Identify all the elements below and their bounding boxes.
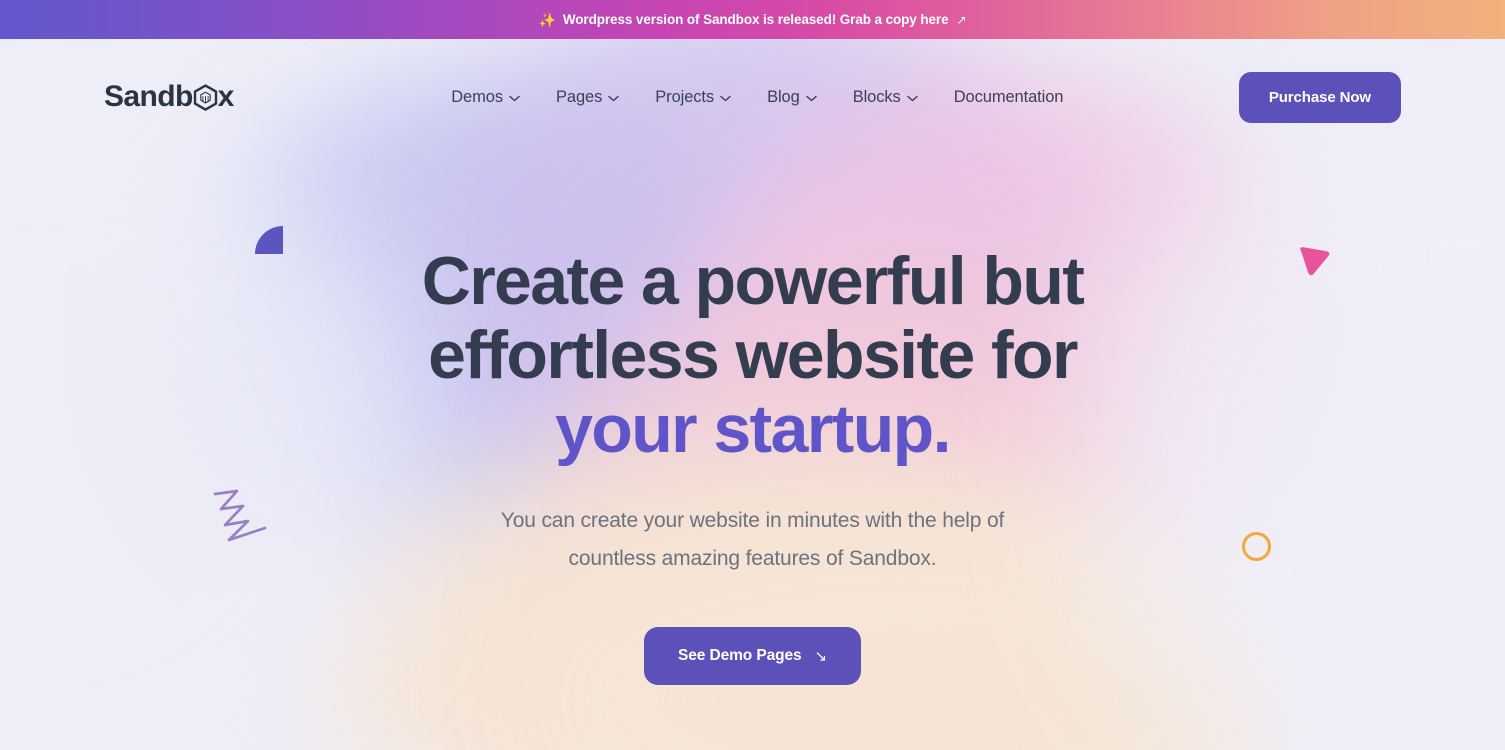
- chevron-down-icon: [805, 88, 817, 107]
- nav-item-blog[interactable]: Blog: [767, 88, 817, 107]
- ring-decoration: [1242, 532, 1271, 561]
- page-title: Create a powerful but effortless website…: [421, 243, 1085, 467]
- announcement-text: Wordpress version of Sandbox is released…: [562, 12, 949, 27]
- nav-label-demos: Demos: [451, 87, 503, 106]
- logo[interactable]: Sandb x: [104, 80, 234, 114]
- squiggle-decoration: [212, 487, 269, 551]
- announcement-link[interactable]: ✨ Wordpress version of Sandbox is releas…: [539, 12, 967, 27]
- headline-accent: your startup.: [555, 391, 951, 467]
- nav-label-blog: Blog: [767, 87, 800, 106]
- hexagon-cube-icon: [193, 84, 218, 112]
- nav-label-documentation: Documentation: [953, 87, 1064, 106]
- nav-item-documentation[interactable]: Documentation: [954, 88, 1064, 107]
- chevron-down-icon: [906, 88, 918, 107]
- external-link-arrow-icon: ↗: [956, 12, 967, 27]
- sparkles-icon: ✨: [538, 11, 556, 28]
- nav-item-pages[interactable]: Pages: [555, 87, 620, 107]
- see-demo-pages-button[interactable]: See Demo Pages ↘: [644, 627, 861, 685]
- subtitle-line-1: You can create your website in minutes w…: [500, 509, 1005, 532]
- subtitle-line-2: countless amazing features of Sandbox.: [568, 547, 937, 570]
- landing-page: ✨ Wordpress version of Sandbox is releas…: [0, 0, 1505, 750]
- nav-label-blocks: Blocks: [852, 87, 901, 106]
- logo-text-after: x: [217, 80, 235, 113]
- purchase-now-button[interactable]: Purchase Now: [1238, 71, 1401, 123]
- nav-item-blocks[interactable]: Blocks: [853, 88, 918, 107]
- nav-item-projects[interactable]: Projects: [655, 88, 731, 107]
- triangle-decoration: [1298, 247, 1331, 282]
- arrow-down-right-icon: ↘: [814, 647, 828, 665]
- chevron-down-icon: [720, 88, 731, 107]
- chevron-down-icon: [509, 88, 520, 107]
- nav-item-demos[interactable]: Demos: [451, 88, 520, 107]
- demo-button-label: See Demo Pages: [678, 647, 802, 664]
- hero-section: Create a powerful but effortless website…: [0, 155, 1505, 750]
- chevron-down-icon: [608, 88, 620, 107]
- announcement-banner[interactable]: ✨ Wordpress version of Sandbox is releas…: [0, 0, 1505, 39]
- nav-label-projects: Projects: [655, 87, 715, 106]
- hero-subtitle: You can create your website in minutes w…: [500, 502, 1005, 578]
- nav-label-pages: Pages: [555, 87, 603, 106]
- main-navigation: Demos Pages Projects Blog Blocks Documen…: [276, 88, 1239, 107]
- logo-text-before: Sandb: [104, 80, 193, 113]
- headline-line-1: Create a powerful but: [421, 243, 1085, 319]
- headline-line-2: effortless website for: [428, 317, 1078, 393]
- site-header: Sandb x Demos Pages Projects Blog Blocks…: [0, 39, 1505, 155]
